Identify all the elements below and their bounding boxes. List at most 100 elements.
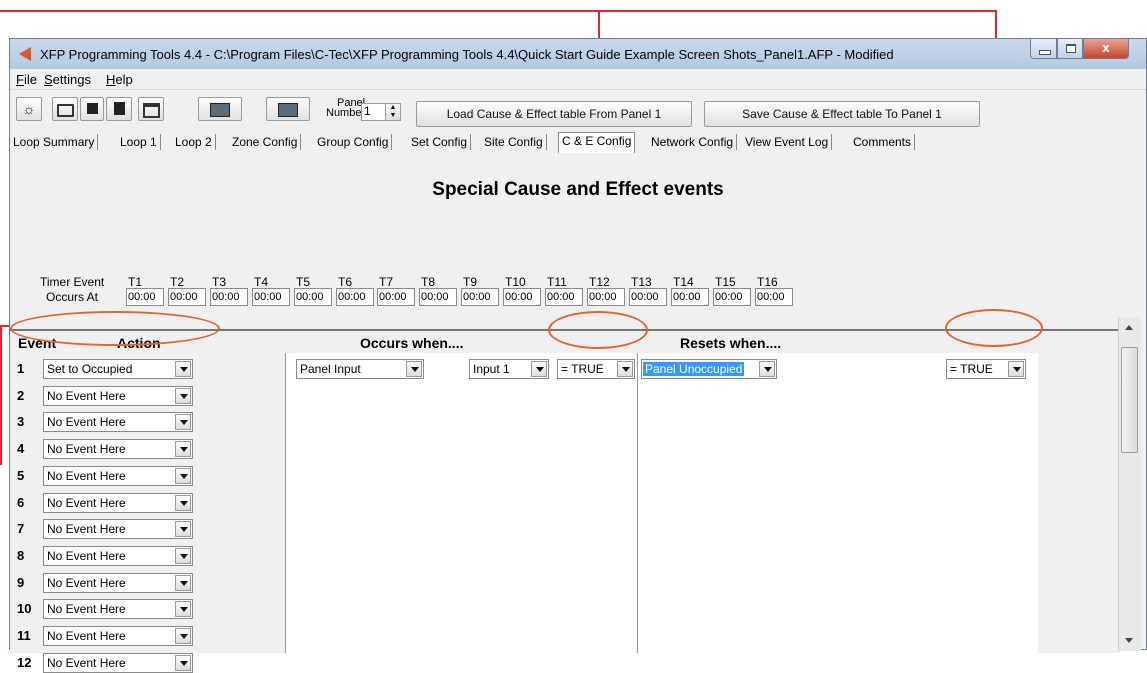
download-button[interactable] (266, 97, 310, 121)
tab-zone-config[interactable]: Zone Config (229, 134, 302, 150)
timer-time-field[interactable]: 00:00 (294, 288, 332, 306)
load-ce-table-button[interactable]: Load Cause & Effect table From Panel 1 (416, 101, 692, 127)
tab-comments[interactable]: Comments (850, 134, 916, 150)
events-grid: Event Action Occurs when.... Resets when… (10, 329, 1120, 673)
chevron-down-icon[interactable] (175, 414, 191, 430)
chevron-down-icon[interactable] (175, 495, 191, 511)
chevron-down-icon[interactable] (175, 441, 191, 457)
timer-time-field[interactable]: 00:00 (713, 288, 751, 306)
occurs-input-select[interactable]: Input 1 (469, 359, 549, 379)
timer-time-field[interactable]: 00:00 (419, 288, 457, 306)
timer-time-field[interactable]: 00:00 (461, 288, 499, 306)
chevron-down-icon[interactable] (175, 468, 191, 484)
upload-to-panel-icon (210, 103, 230, 117)
chevron-down-icon[interactable] (175, 388, 191, 404)
save-ce-table-button[interactable]: Save Cause & Effect table To Panel 1 (704, 101, 980, 127)
menu-file[interactable]: File (16, 72, 37, 87)
event-action-select[interactable]: No Event Here (43, 653, 193, 673)
event-action-select[interactable]: No Event Here (43, 386, 193, 406)
tab-ce-config[interactable]: C & E Config (558, 132, 636, 153)
minimize-button[interactable] (1030, 39, 1057, 59)
timer-time-field[interactable]: 00:00 (168, 288, 206, 306)
event-action-select[interactable]: No Event Here (43, 439, 193, 459)
event-action-select[interactable]: No Event Here (43, 519, 193, 539)
scroll-thumb[interactable] (1121, 347, 1138, 453)
floppy-disk-plus-icon (113, 102, 125, 115)
tab-loop-1[interactable]: Loop 1 (117, 134, 161, 150)
timer-time-field[interactable]: 00:00 (210, 288, 248, 306)
timer-time-field[interactable]: 00:00 (755, 288, 793, 306)
maximize-button[interactable] (1057, 39, 1083, 59)
vertical-scrollbar[interactable] (1118, 317, 1141, 651)
tab-group-config[interactable]: Group Config (314, 134, 393, 150)
scroll-up-icon[interactable] (1125, 325, 1133, 330)
tab-site-config[interactable]: Site Config (481, 134, 547, 150)
timer-time-field[interactable]: 00:00 (587, 288, 625, 306)
chevron-down-icon[interactable] (531, 361, 547, 377)
timer-time-field[interactable]: 00:00 (629, 288, 667, 306)
chevron-down-icon[interactable] (1008, 361, 1024, 377)
panel-number-stepper[interactable]: 1 ▲ ▼ (361, 103, 401, 121)
timer-time-field[interactable]: 00:00 (252, 288, 290, 306)
close-button[interactable]: x (1083, 39, 1129, 59)
event-action-select[interactable]: No Event Here (43, 626, 193, 646)
timer-time-field[interactable]: 00:00 (545, 288, 583, 306)
folder-open-icon (56, 104, 74, 117)
occurs-condition-select[interactable]: = TRUE (557, 359, 635, 379)
event-number: 6 (17, 495, 25, 510)
event-action-select[interactable]: No Event Here (43, 466, 193, 486)
event-action-select[interactable]: No Event Here (43, 546, 193, 566)
timer-name-label: T3 (212, 275, 227, 289)
chevron-down-icon[interactable] (175, 601, 191, 617)
print-button[interactable] (138, 97, 164, 121)
chevron-down-icon[interactable] (175, 521, 191, 537)
panel-label-line2: Number (326, 107, 366, 119)
save-button[interactable] (80, 97, 104, 121)
chevron-down-icon[interactable] (406, 361, 422, 377)
event-number: 12 (17, 655, 32, 670)
spinner-arrows-icon[interactable]: ▲ ▼ (385, 104, 400, 120)
timer-name-label: T11 (547, 275, 567, 289)
timer-time-field[interactable]: 00:00 (126, 288, 164, 306)
event-action-select[interactable]: No Event Here (43, 493, 193, 513)
menu-help[interactable]: Help (106, 72, 133, 87)
event-number: 10 (17, 601, 32, 616)
menu-settings[interactable]: Settings (44, 72, 91, 87)
timer-time-field[interactable]: 00:00 (503, 288, 541, 306)
timer-time-field[interactable]: 00:00 (336, 288, 374, 306)
new-button[interactable]: ☼ (16, 97, 42, 121)
resets-condition-select[interactable]: = TRUE (946, 359, 1026, 379)
chevron-down-icon[interactable] (759, 361, 775, 377)
app-logo-icon (19, 47, 31, 61)
floppy-disk-icon (86, 103, 98, 114)
event-action-value: No Event Here (47, 389, 126, 403)
chevron-down-icon[interactable] (175, 575, 191, 591)
chevron-down-icon[interactable] (175, 628, 191, 644)
timer-name-label: T1 (128, 275, 143, 289)
chevron-down-icon[interactable] (175, 361, 191, 377)
event-action-select[interactable]: No Event Here (43, 412, 193, 432)
chevron-down-icon[interactable] (175, 548, 191, 564)
tab-loop-summary[interactable]: Loop Summary (10, 134, 99, 150)
scroll-down-icon[interactable] (1125, 638, 1133, 643)
timer-time-field[interactable]: 00:00 (377, 288, 415, 306)
event-action-value: No Event Here (47, 522, 126, 536)
save-as-button[interactable] (106, 97, 132, 121)
resets-source-select[interactable]: Panel Unoccupied (641, 359, 777, 379)
open-button[interactable] (52, 97, 78, 121)
event-action-select[interactable]: Set to Occupied (43, 359, 193, 379)
tab-network-config[interactable]: Network Config (648, 134, 738, 150)
chevron-down-icon[interactable] (175, 655, 191, 671)
printer-icon (142, 103, 160, 118)
timer-time-field[interactable]: 00:00 (671, 288, 709, 306)
chevron-down-icon[interactable] (617, 361, 633, 377)
event-action-select[interactable]: No Event Here (43, 573, 193, 593)
tab-set-config[interactable]: Set Config (408, 134, 472, 150)
event-action-select[interactable]: No Event Here (43, 599, 193, 619)
tab-loop-2[interactable]: Loop 2 (172, 134, 216, 150)
occurs-source-select[interactable]: Panel Input (296, 359, 424, 379)
event-action-value: No Event Here (47, 656, 126, 670)
title-bar[interactable]: XFP Programming Tools 4.4 - C:\Program F… (10, 39, 1146, 69)
tab-view-event-log[interactable]: View Event Log (742, 134, 833, 150)
upload-button[interactable] (198, 97, 242, 121)
